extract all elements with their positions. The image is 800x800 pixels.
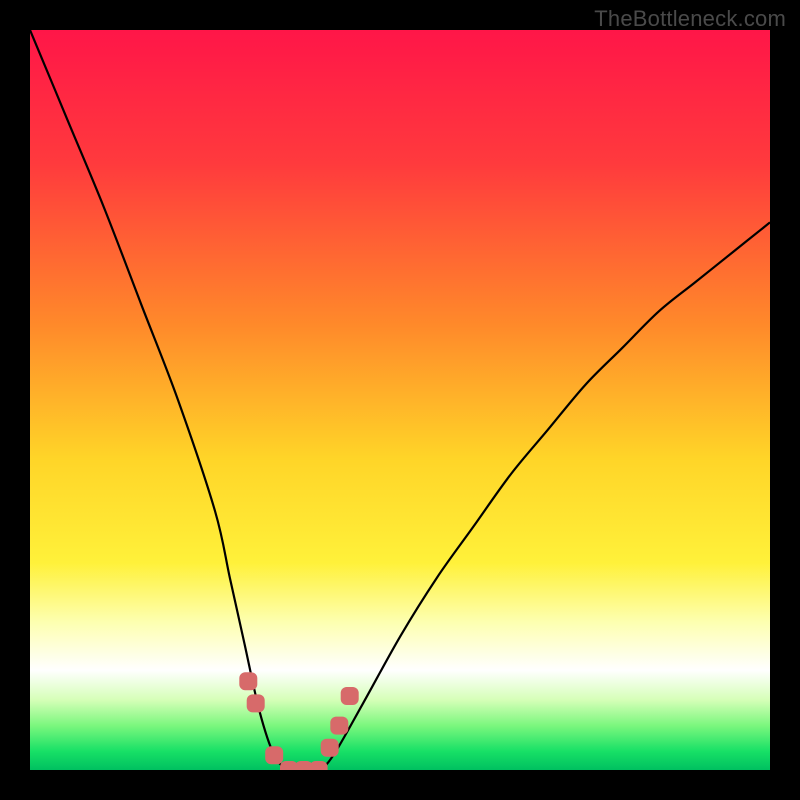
plot-area — [30, 30, 770, 770]
gradient-background — [30, 30, 770, 770]
marker-point — [265, 746, 283, 764]
marker-point — [239, 672, 257, 690]
marker-point — [341, 687, 359, 705]
marker-point — [310, 761, 328, 770]
marker-point — [321, 739, 339, 757]
bottleneck-chart — [30, 30, 770, 770]
chart-frame: TheBottleneck.com — [0, 0, 800, 800]
marker-point — [330, 717, 348, 735]
marker-point — [247, 694, 265, 712]
watermark-text: TheBottleneck.com — [594, 6, 786, 32]
